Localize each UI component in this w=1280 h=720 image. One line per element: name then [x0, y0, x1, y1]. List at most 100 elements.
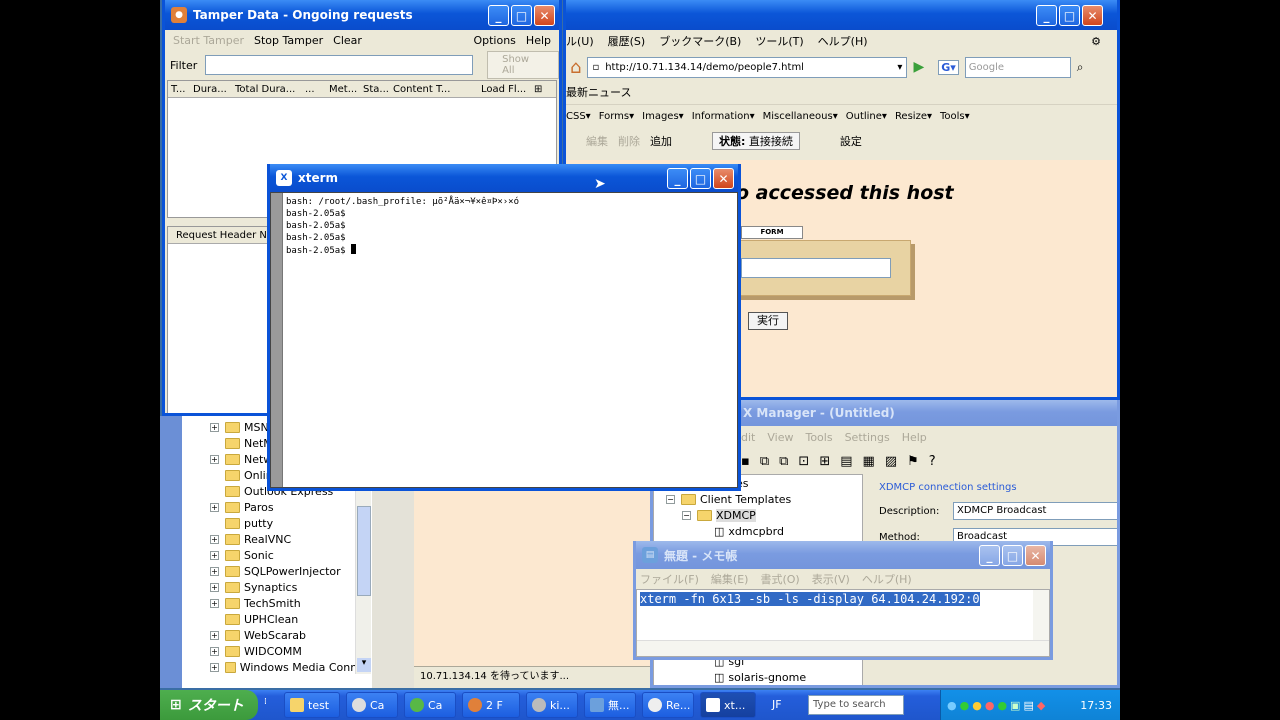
tray-icon[interactable]: ▤	[1023, 699, 1033, 712]
close-button[interactable]: ✕	[534, 5, 555, 26]
start-tamper-button[interactable]: Start Tamper	[173, 34, 244, 47]
task-ca2[interactable]: Ca	[404, 692, 456, 718]
properties-icon[interactable]: ⊞	[819, 454, 830, 469]
list-icon[interactable]: ▦	[863, 454, 875, 469]
tray-icon[interactable]: ▣	[1010, 699, 1020, 712]
help-icon[interactable]: ?	[929, 454, 936, 469]
task-notepad[interactable]: 無...	[584, 692, 636, 718]
chart-icon[interactable]: ▨	[885, 454, 897, 469]
column-header[interactable]: Met...	[326, 84, 360, 95]
notepad-editor[interactable]: xterm -fn 6x13 -sb -ls -display 64.104.2…	[636, 589, 1050, 657]
maximize-button[interactable]: □	[1059, 5, 1080, 26]
menu-item[interactable]: ブックマーク(B)	[659, 33, 741, 49]
menu-item[interactable]: Tools	[805, 431, 832, 444]
close-button[interactable]: ✕	[713, 168, 734, 189]
expand-icon[interactable]: +	[210, 454, 219, 464]
expand-icon[interactable]: +	[210, 550, 219, 560]
menu-item[interactable]: 書式(O)	[760, 571, 799, 587]
run-icon[interactable]: ⚑	[907, 454, 919, 469]
desc-input[interactable]: XDMCP Broadcast	[953, 502, 1117, 520]
menu-item[interactable]: Settings	[845, 431, 890, 444]
h-scrollbar[interactable]	[637, 640, 1049, 656]
scroll-thumb[interactable]	[271, 193, 283, 487]
google-icon[interactable]: G▾	[938, 59, 959, 75]
toolbar-css[interactable]: CSS▾	[566, 111, 591, 122]
maximize-button[interactable]: □	[690, 168, 711, 189]
add-button[interactable]: 追加	[650, 133, 672, 149]
menu-item[interactable]: ツール(T)	[755, 33, 803, 49]
clock[interactable]: 17:33	[1080, 699, 1112, 712]
tree-item[interactable]: + RealVNC	[210, 531, 370, 547]
delete-button[interactable]: 削除	[618, 133, 640, 149]
menu-item[interactable]: ル(U)	[566, 33, 594, 49]
menu-item[interactable]: 履歴(S)	[608, 33, 646, 49]
tree-item[interactable]: + Paros	[210, 499, 370, 515]
search-icon[interactable]: ⌕	[1077, 60, 1084, 75]
url-field[interactable]: ▫ http://10.71.134.14/demo/people7.html ▾	[587, 56, 908, 78]
task-ki[interactable]: ki...	[526, 692, 578, 718]
search-field[interactable]: Google	[964, 56, 1071, 78]
tree-item-xdmcp[interactable]: − XDMCP	[654, 507, 862, 523]
toolbar-misc[interactable]: Miscellaneous▾	[763, 111, 838, 122]
copy-icon[interactable]: ⧉	[760, 454, 769, 469]
column-header[interactable]: T...	[168, 84, 190, 95]
column-picker-icon[interactable]: ⊞	[534, 84, 542, 95]
minimize-button[interactable]: _	[979, 545, 1000, 566]
zoom-icon[interactable]: ⊡	[798, 454, 809, 469]
tree-item-xdmcpbrd[interactable]: ◫ xdmcpbrd	[654, 523, 862, 539]
xterm-titlebar[interactable]: X xterm ➤ _ □ ✕	[270, 164, 738, 192]
expand-icon[interactable]: +	[210, 422, 219, 432]
task-xterm[interactable]: xt...	[700, 692, 756, 718]
expand-icon[interactable]: +	[210, 534, 219, 544]
save-icon[interactable]: ▪	[741, 454, 750, 469]
tray-icon[interactable]: ●	[985, 699, 995, 712]
menu-item[interactable]: ヘルプ(H)	[862, 571, 912, 587]
tile-icon[interactable]: ▤	[840, 454, 852, 469]
tree-item[interactable]: UPHClean	[210, 611, 370, 627]
expand-icon[interactable]: +	[210, 502, 219, 512]
expand-icon[interactable]: +	[210, 630, 219, 640]
expand-icon[interactable]: +	[210, 582, 219, 592]
tray-icon[interactable]: ◆	[1037, 699, 1045, 712]
tray-icon[interactable]: ●	[947, 699, 957, 712]
host-input[interactable]	[741, 258, 891, 278]
minimize-button[interactable]: _	[1036, 5, 1057, 26]
start-button[interactable]: ⊞ スタート	[160, 690, 258, 720]
menu-item[interactable]: dit	[741, 431, 755, 444]
task-test[interactable]: test	[284, 692, 340, 718]
notepad-titlebar[interactable]: ▤ 無題 - メモ帳 _ □ ✕	[636, 541, 1050, 569]
tree-item[interactable]: + WebScarab	[210, 627, 370, 643]
toolbar-resize[interactable]: Resize▾	[895, 111, 932, 122]
menu-item[interactable]: 編集(E)	[711, 571, 749, 587]
menu-item[interactable]: ファイル(F)	[640, 571, 699, 587]
v-scrollbar[interactable]	[1033, 590, 1049, 640]
language-bar[interactable]: JF	[772, 698, 782, 711]
tree-item[interactable]: + SQLPowerInjector	[210, 563, 370, 579]
tree-item[interactable]: + Sonic	[210, 547, 370, 563]
close-button[interactable]: ✕	[1082, 5, 1103, 26]
tree-item[interactable]: + TechSmith	[210, 595, 370, 611]
column-header[interactable]: ...	[302, 84, 326, 95]
collapse-icon[interactable]: −	[666, 494, 675, 504]
bookmark-news[interactable]: 最新ニュース	[566, 86, 631, 99]
close-button[interactable]: ✕	[1025, 545, 1046, 566]
paste-icon[interactable]: ⧉	[779, 454, 788, 469]
scroll-down-icon[interactable]: ▾	[357, 658, 371, 672]
xterm-scrollbar[interactable]	[271, 193, 283, 487]
tray-icon[interactable]: ●	[997, 699, 1007, 712]
task-re[interactable]: Re...	[642, 692, 694, 718]
tree-item[interactable]: + Synaptics	[210, 579, 370, 595]
maximize-button[interactable]: □	[1002, 545, 1023, 566]
maximize-button[interactable]: □	[511, 5, 532, 26]
tamper-titlebar[interactable]: ● Tamper Data - Ongoing requests _ □ ✕	[165, 0, 559, 30]
dropdown-icon[interactable]: ▾	[897, 62, 902, 73]
help-menu[interactable]: Help	[526, 34, 551, 47]
toolbar-forms[interactable]: Forms▾	[599, 111, 634, 122]
menu-item[interactable]: ヘルプ(H)	[818, 33, 868, 49]
tray-icon[interactable]: ●	[972, 699, 982, 712]
toolbar-tools[interactable]: Tools▾	[940, 111, 970, 122]
show-all-button[interactable]: Show All	[487, 51, 559, 79]
filter-input[interactable]	[205, 55, 474, 75]
tree-item[interactable]: + Windows Media Connec	[210, 659, 370, 675]
run-button[interactable]: 実行	[748, 312, 788, 330]
